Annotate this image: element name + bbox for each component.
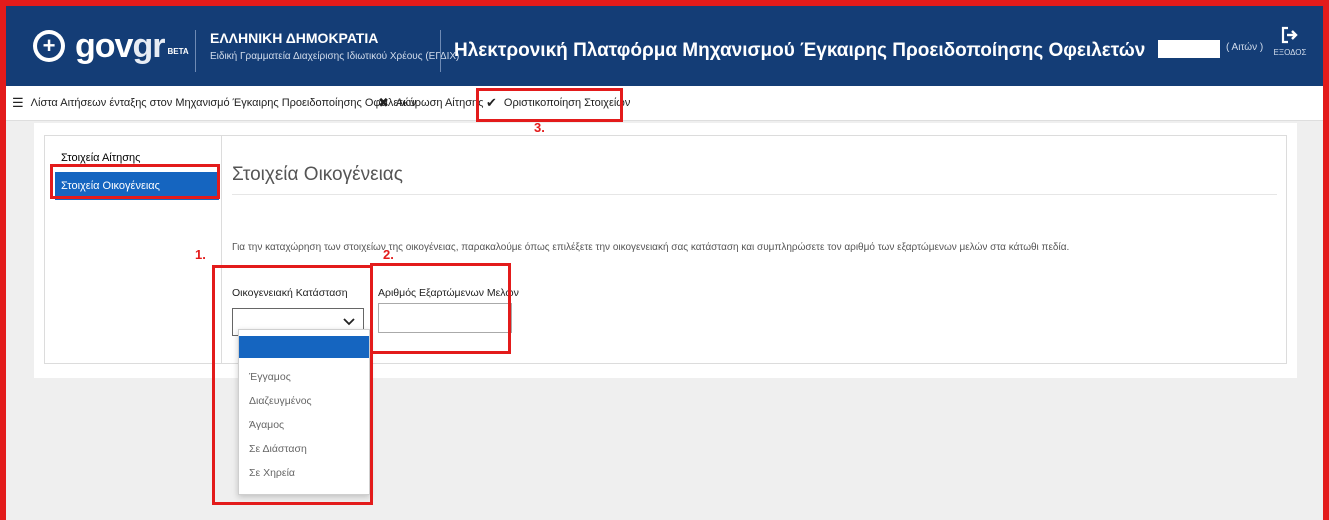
annotation-marker-2: 2. <box>383 247 394 262</box>
content-card: Στοιχεία Αίτησης Στοιχεία Οικογένειας Στ… <box>34 123 1297 378</box>
section-divider <box>232 194 1277 195</box>
annotation-marker-1: 1. <box>195 247 206 262</box>
logo-text: govgr <box>75 27 165 65</box>
app-header: govgr BETA ΕΛΛΗΝΙΚΗ ΔΗΜΟΚΡΑΤΙΑ Ειδική Γρ… <box>6 6 1323 86</box>
org-title: ΕΛΛΗΝΙΚΗ ΔΗΜΟΚΡΑΤΙΑ <box>210 30 379 46</box>
nav-item-application-details[interactable]: Στοιχεία Αίτησης <box>55 144 219 172</box>
applications-list-link[interactable]: ☰ Λίστα Αιτήσεων ένταξης στον Μηχανισμό … <box>12 95 417 110</box>
finalize-data-button[interactable]: ✔ Οριστικοποίηση Στοιχείων <box>486 95 631 110</box>
chevron-down-icon <box>343 318 355 326</box>
logout-label: ΕΞΟΔΟΣ <box>1273 48 1307 57</box>
option-empty[interactable] <box>239 336 369 358</box>
cancel-application-button[interactable]: ✖ Ακύρωση Αίτησης <box>378 95 484 110</box>
dependents-label: Αριθμός Εξαρτώμενων Μελών <box>378 287 519 299</box>
applications-list-label: Λίστα Αιτήσεων ένταξης στον Μηχανισμό Έγ… <box>30 97 417 109</box>
option-single[interactable]: Άγαμος <box>239 414 369 436</box>
header-divider <box>440 30 441 72</box>
logout-button[interactable]: ΕΞΟΔΟΣ <box>1270 26 1310 57</box>
logout-icon <box>1281 26 1298 44</box>
marital-status-options: Έγγαμος Διαζευγμένος Άγαμος Σε Διάσταση … <box>238 329 370 495</box>
option-married[interactable]: Έγγαμος <box>239 366 369 388</box>
section-title: Στοιχεία Οικογένειας <box>232 164 403 185</box>
cancel-application-label: Ακύρωση Αίτησης <box>395 97 484 109</box>
platform-title: Ηλεκτρονική Πλατφόρμα Μηχανισμού Έγκαιρη… <box>454 40 1146 61</box>
org-subtitle: Ειδική Γραμματεία Διαχείρισης Ιδιωτικού … <box>210 51 460 62</box>
header-divider <box>195 30 196 72</box>
option-divorced[interactable]: Διαζευγμένος <box>239 390 369 412</box>
user-name-redacted <box>1158 40 1220 58</box>
action-toolbar: ☰ Λίστα Αιτήσεων ένταξης στον Μηχανισμό … <box>6 86 1323 121</box>
user-role: ( Αιτών ) <box>1226 42 1264 53</box>
finalize-data-label: Οριστικοποίηση Στοιχείων <box>503 97 631 109</box>
beta-badge: BETA <box>167 46 189 56</box>
screenshot-frame: govgr BETA ΕΛΛΗΝΙΚΗ ΔΗΜΟΚΡΑΤΙΑ Ειδική Γρ… <box>0 0 1329 520</box>
check-icon: ✔ <box>486 95 497 110</box>
close-icon: ✖ <box>378 95 389 110</box>
form-panel: Στοιχεία Αίτησης Στοιχεία Οικογένειας Στ… <box>44 135 1287 364</box>
annotation-marker-3: 3. <box>534 120 545 135</box>
option-widowed[interactable]: Σε Χηρεία <box>239 462 369 484</box>
section-description: Για την καταχώρηση των στοιχείων της οικ… <box>232 242 1070 253</box>
option-separated[interactable]: Σε Διάσταση <box>239 438 369 460</box>
org-title-block: ΕΛΛΗΝΙΚΗ ΔΗΜΟΚΡΑΤΙΑ Ειδική Γραμματεία Δι… <box>210 30 459 62</box>
nav-item-family-details[interactable]: Στοιχεία Οικογένειας <box>55 172 219 200</box>
gov-emblem-icon <box>33 30 65 62</box>
marital-status-label: Οικογενειακή Κατάσταση <box>232 287 348 299</box>
gov-logo[interactable]: govgr BETA <box>33 27 189 65</box>
dependents-input[interactable] <box>378 303 512 333</box>
list-icon: ☰ <box>12 95 24 110</box>
